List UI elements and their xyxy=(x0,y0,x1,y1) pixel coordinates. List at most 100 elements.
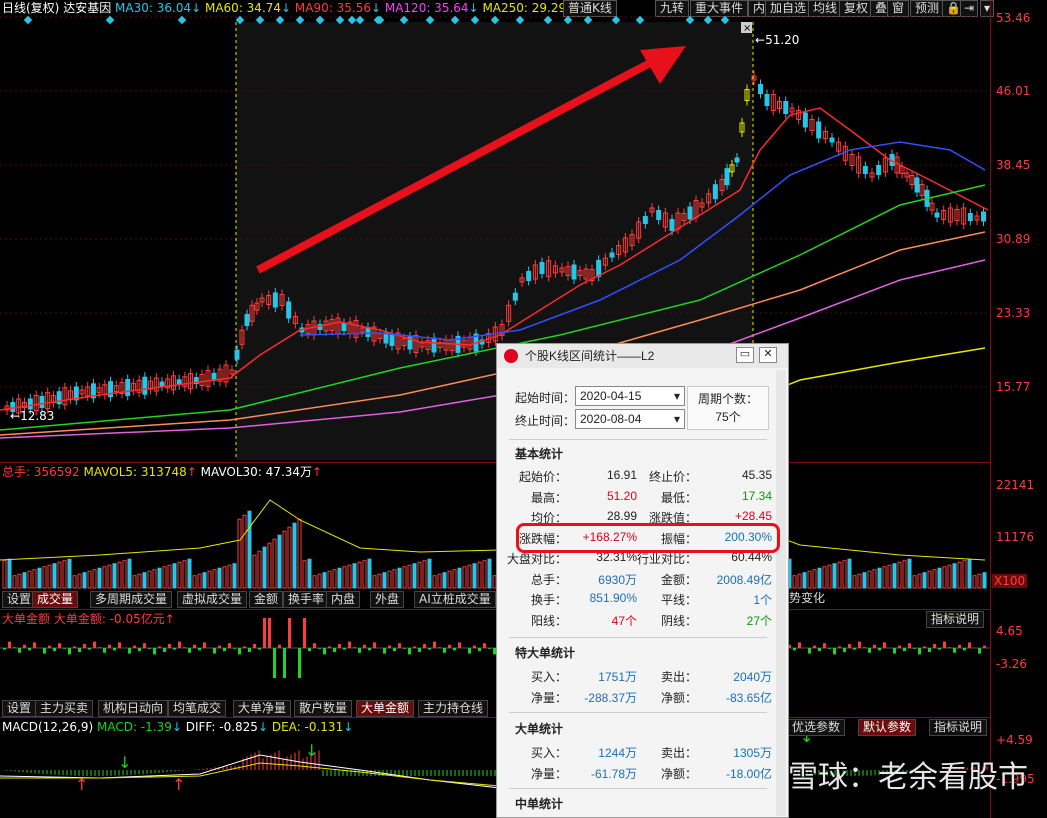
minimize-button[interactable]: ▭ xyxy=(736,347,754,363)
volume-tab-2[interactable]: 多周期成交量 xyxy=(90,591,173,608)
stat-label: 最低： xyxy=(660,490,697,505)
big-order-bar xyxy=(383,648,386,654)
stat-label: 净量： xyxy=(530,691,567,705)
big-order-tab-3[interactable]: 均笔成交 xyxy=(168,700,227,717)
candle xyxy=(724,168,730,186)
volume-bar xyxy=(192,575,197,589)
macd-tab-default[interactable]: 默认参数 xyxy=(858,719,917,736)
price-tick: 46.01 xyxy=(996,84,1031,98)
stat-label: 买入： xyxy=(530,746,567,760)
big-order-tab-5[interactable]: 散户数量 xyxy=(294,700,353,717)
volume-bar xyxy=(892,563,897,589)
big-order-tab-4[interactable]: 大单净量 xyxy=(233,700,292,717)
candle xyxy=(734,157,740,163)
price-tick: 38.45 xyxy=(996,158,1031,172)
macd-header: MACD(12,26,9) MACD: -1.39↓ DIFF: -0.825↓… xyxy=(2,719,353,736)
big-order-help-button[interactable]: 指标说明 xyxy=(926,611,985,628)
big-order-bar xyxy=(283,648,286,678)
volume-bar xyxy=(17,573,22,589)
volume-bar xyxy=(917,573,922,589)
big-order-bar xyxy=(893,648,896,654)
macd-tab-help[interactable]: 指标说明 xyxy=(929,719,988,736)
big-order-bar xyxy=(413,646,416,648)
volume-bar xyxy=(157,567,162,589)
macd-label: MACD(12,26,9) xyxy=(2,720,94,734)
big-order-bar xyxy=(808,648,811,654)
dialog-titlebar[interactable]: 个股K线区间统计——L2 ▭ ✕ xyxy=(497,344,788,368)
event-marker-icon xyxy=(177,15,187,25)
big-order-tab-6[interactable]: 大单金额 xyxy=(356,700,415,717)
big-order-bar xyxy=(408,648,411,655)
volume-bar xyxy=(347,564,352,589)
volume-bar xyxy=(847,558,852,589)
volume-bar xyxy=(227,564,232,589)
volume-tab-0[interactable]: 设置 xyxy=(2,591,37,608)
candle xyxy=(142,376,148,395)
big-order-bar xyxy=(793,648,796,651)
period-count-box: 周期个数： 75个 xyxy=(687,386,769,430)
big-order-bar xyxy=(458,642,461,648)
volume-tab-7[interactable]: 外盘 xyxy=(370,591,405,608)
volume-tab-1[interactable]: 成交量 xyxy=(32,591,79,608)
big-order-bar xyxy=(878,648,881,651)
period-count-value: 75个 xyxy=(715,410,741,424)
volume-bar xyxy=(417,561,422,589)
stat-label: 卖出： xyxy=(660,746,697,760)
volume-tab-5[interactable]: 换手率 xyxy=(283,591,330,608)
big-order-tab-0[interactable]: 设置 xyxy=(2,700,37,717)
big-order-bar xyxy=(353,647,356,648)
stat-value: 2008.49亿 xyxy=(716,572,772,587)
stat-label: 终止价： xyxy=(648,470,697,484)
stat-label: 卖出： xyxy=(660,670,697,684)
big-order-bar xyxy=(268,618,271,648)
end-date-select[interactable]: 2020-08-04 ▾ xyxy=(575,409,685,429)
mavol30: MAVOL30: 47.34万 xyxy=(200,465,313,479)
volume-bar xyxy=(52,563,57,589)
volume-bar xyxy=(127,558,132,589)
big-order-bar xyxy=(63,648,66,649)
volume-bar xyxy=(97,567,102,589)
big-order-bar xyxy=(908,643,911,648)
volume-bar xyxy=(902,560,907,589)
candle xyxy=(125,378,131,396)
candle xyxy=(365,327,371,337)
volume-tab-extra[interactable]: 势变化 xyxy=(785,591,829,608)
dialog-scrollbar[interactable] xyxy=(776,370,786,816)
volume-tab-8[interactable]: AI立桩成交量 xyxy=(414,591,496,608)
big-order-bar xyxy=(343,648,346,650)
big-order-bar xyxy=(438,647,441,648)
volume-bar xyxy=(962,560,967,589)
volume-tab-6[interactable]: 内盘 xyxy=(326,591,361,608)
candle xyxy=(159,381,165,387)
volume-bar xyxy=(912,575,917,589)
big-order-tab-2[interactable]: 机构日动向 xyxy=(98,700,169,717)
volume-tab-3[interactable]: 虚拟成交量 xyxy=(177,591,248,608)
macd-value: MACD: -1.39 xyxy=(96,720,172,734)
kline-chart[interactable]: ↓ ↓ ↑ ↑ ↓ × xyxy=(0,0,990,818)
volume-bar xyxy=(247,510,252,589)
big-order-tab-7[interactable]: 主力持仓线 xyxy=(418,700,489,717)
start-date-select[interactable]: 2020-04-15 ▾ xyxy=(575,386,685,406)
big-order-bar xyxy=(148,648,151,649)
candle xyxy=(234,349,240,360)
big-order-bar xyxy=(898,645,901,648)
volume-tab-4[interactable]: 金额 xyxy=(249,591,284,608)
big-order-bar xyxy=(478,648,481,652)
macd-tab-optimized[interactable]: 优选参数 xyxy=(787,719,846,736)
stat-label: 换手： xyxy=(530,593,567,607)
big-order-bar xyxy=(423,644,426,648)
candle xyxy=(876,165,882,175)
volume-bar xyxy=(207,570,212,589)
big-order-label: 大单金额 大单金额: -0.05亿元 xyxy=(2,612,165,626)
volume-bar xyxy=(277,534,282,589)
volume-bar xyxy=(22,572,27,589)
big-order-bar xyxy=(833,648,836,655)
volume-bar xyxy=(2,560,7,589)
stat-value: 1244万 xyxy=(598,746,637,760)
volume-bar xyxy=(812,569,817,589)
volume-bar xyxy=(947,564,952,589)
big-order-tab-1[interactable]: 主力买卖 xyxy=(35,700,94,717)
volume-bar xyxy=(42,566,47,589)
close-button[interactable]: ✕ xyxy=(759,347,777,363)
big-order-bar xyxy=(933,644,936,648)
